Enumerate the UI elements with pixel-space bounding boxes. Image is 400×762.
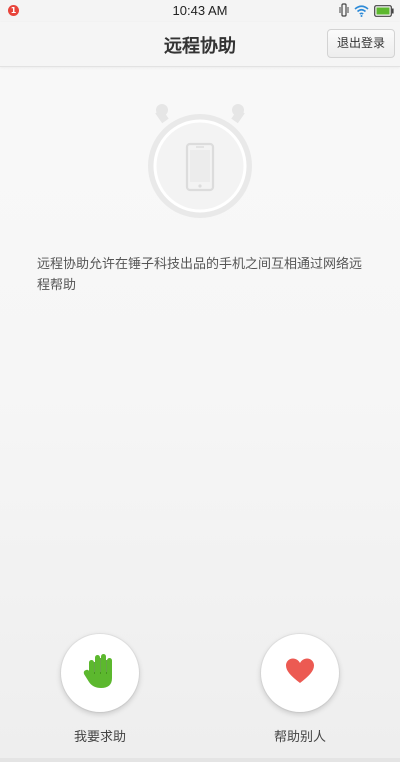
help-others-action[interactable]: 帮助别人 — [245, 634, 355, 745]
vibrate-icon — [339, 2, 349, 21]
battery-icon — [374, 2, 394, 21]
request-help-button[interactable] — [61, 634, 139, 712]
status-icons — [339, 2, 394, 21]
description-text: 远程协助允许在锤子科技出品的手机之间互相通过网络远程帮助 — [37, 257, 363, 293]
title-bar: 远程协助 退出登录 — [0, 22, 400, 67]
bottom-edge — [0, 758, 400, 762]
raised-hand-icon — [83, 652, 117, 694]
request-help-action[interactable]: 我要求助 — [45, 634, 155, 745]
logout-button[interactable]: 退出登录 — [327, 29, 395, 58]
help-others-label: 帮助别人 — [273, 730, 326, 745]
wifi-icon — [354, 2, 369, 21]
status-bar: 1 10:43 AM — [0, 0, 400, 22]
phone-in-stopwatch-icon — [140, 96, 260, 226]
request-help-label: 我要求助 — [73, 730, 126, 745]
heart-icon — [285, 657, 315, 689]
help-others-button[interactable] — [261, 634, 339, 712]
